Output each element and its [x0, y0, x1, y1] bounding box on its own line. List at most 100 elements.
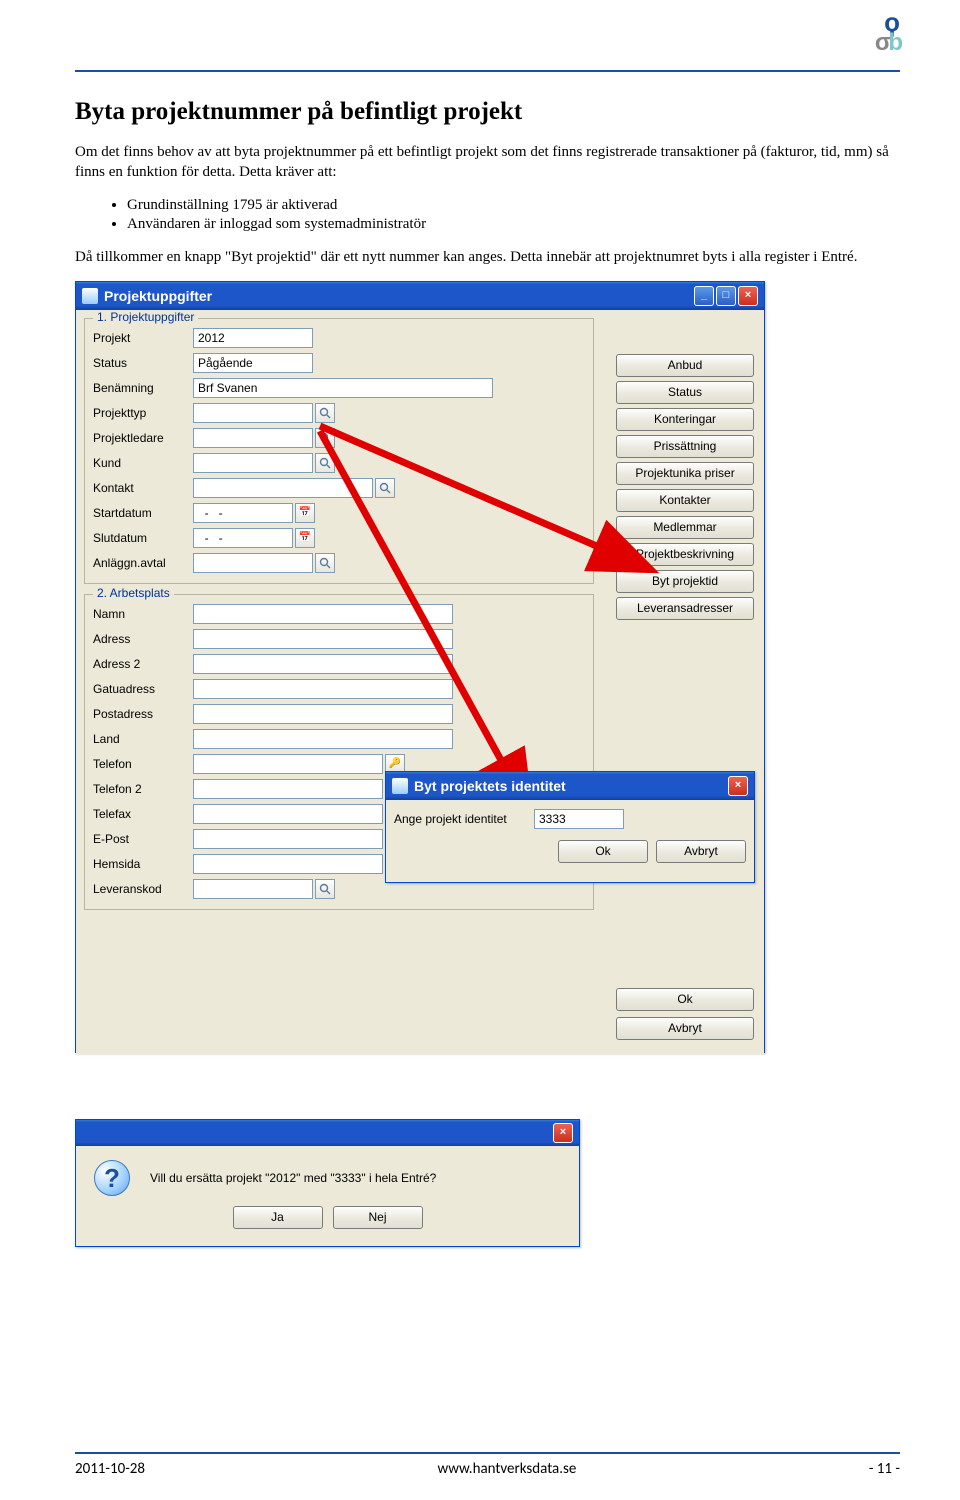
header-rule — [75, 70, 900, 72]
projektunika-priser-button[interactable]: Projektunika priser — [616, 462, 754, 485]
fieldset-legend: 1. Projektuppgifter — [93, 310, 198, 324]
slutdatum-input[interactable] — [193, 528, 293, 548]
fieldset-legend: 2. Arbetsplats — [93, 586, 174, 600]
kontakt-label: Kontakt — [93, 481, 193, 495]
benamning-input[interactable] — [193, 378, 493, 398]
search-icon[interactable] — [315, 453, 335, 473]
close-icon[interactable]: × — [738, 286, 758, 306]
identitet-input[interactable] — [534, 809, 624, 829]
telefon2-label: Telefon 2 — [93, 782, 193, 796]
namn-label: Namn — [93, 607, 193, 621]
telefax-input[interactable] — [193, 804, 383, 824]
land-input[interactable] — [193, 729, 453, 749]
search-icon[interactable] — [315, 879, 335, 899]
anlaggn-input[interactable] — [193, 553, 313, 573]
confirm-message: Vill du ersätta projekt "2012" med "3333… — [150, 1171, 436, 1185]
close-icon[interactable]: × — [553, 1123, 573, 1143]
leveranskod-label: Leveranskod — [93, 882, 193, 896]
app-icon — [392, 778, 408, 794]
footer-date: 2011-10-28 — [75, 1460, 145, 1478]
anlaggn-label: Anläggn.avtal — [93, 556, 193, 570]
brand-logo: ϙ σb — [875, 12, 900, 52]
konteringar-button[interactable]: Konteringar — [616, 408, 754, 431]
minimize-icon[interactable]: _ — [694, 286, 714, 306]
app-icon — [82, 288, 98, 304]
search-icon[interactable] — [315, 403, 335, 423]
leveranskod-input[interactable] — [193, 879, 313, 899]
projekttyp-input[interactable] — [193, 403, 313, 423]
ja-button[interactable]: Ja — [233, 1206, 323, 1229]
startdatum-label: Startdatum — [93, 506, 193, 520]
epost-input[interactable] — [193, 829, 383, 849]
followup-paragraph: Då tillkommer en knapp "Byt projektid" d… — [75, 247, 900, 267]
status-button[interactable]: Status — [616, 381, 754, 404]
telefon-label: Telefon — [93, 757, 193, 771]
side-button-column: Anbud Status Konteringar Prissättning Pr… — [616, 354, 754, 620]
question-icon: ? — [94, 1160, 130, 1196]
kund-label: Kund — [93, 456, 193, 470]
postadress-label: Postadress — [93, 707, 193, 721]
projektbeskrivning-button[interactable]: Projektbeskrivning — [616, 543, 754, 566]
startdatum-input[interactable] — [193, 503, 293, 523]
hemsida-input[interactable] — [193, 854, 383, 874]
adress2-label: Adress 2 — [93, 657, 193, 671]
avbryt-button[interactable]: Avbryt — [616, 1017, 754, 1040]
gatuadress-input[interactable] — [193, 679, 453, 699]
slutdatum-label: Slutdatum — [93, 531, 193, 545]
telefon-input[interactable] — [193, 754, 383, 774]
namn-input[interactable] — [193, 604, 453, 624]
maximize-icon[interactable]: □ — [716, 286, 736, 306]
list-item: Grundinställning 1795 är aktiverad — [127, 197, 900, 214]
close-icon[interactable]: × — [728, 776, 748, 796]
gatuadress-label: Gatuadress — [93, 682, 193, 696]
titlebar[interactable]: × — [76, 1120, 579, 1146]
ok-button[interactable]: Ok — [616, 988, 754, 1011]
search-icon[interactable] — [315, 553, 335, 573]
benamning-label: Benämning — [93, 381, 193, 395]
medlemmar-button[interactable]: Medlemmar — [616, 516, 754, 539]
footer-url: www.hantverksdata.se — [437, 1460, 576, 1478]
identitet-label: Ange projekt identitet — [394, 812, 534, 826]
anbud-button[interactable]: Anbud — [616, 354, 754, 377]
projekt-input[interactable] — [193, 328, 313, 348]
adress2-input[interactable] — [193, 654, 453, 674]
adress-input[interactable] — [193, 629, 453, 649]
calendar-icon[interactable] — [295, 503, 315, 523]
telefon2-input[interactable] — [193, 779, 383, 799]
kund-input[interactable] — [193, 453, 313, 473]
kontakt-input[interactable] — [193, 478, 373, 498]
byt-projektid-button[interactable]: Byt projektid — [616, 570, 754, 593]
hemsida-label: Hemsida — [93, 857, 193, 871]
intro-paragraph: Om det finns behov av att byta projektnu… — [75, 142, 900, 183]
confirm-dialog: × ? Vill du ersätta projekt "2012" med "… — [75, 1119, 580, 1247]
window-title: Projektuppgifter — [104, 288, 212, 304]
avbryt-button[interactable]: Avbryt — [656, 840, 746, 863]
status-input[interactable] — [193, 353, 313, 373]
byt-projektets-identitet-dialog: Byt projektets identitet × Ange projekt … — [385, 771, 755, 883]
projektledare-input[interactable] — [193, 428, 313, 448]
adress-label: Adress — [93, 632, 193, 646]
requirements-list: Grundinställning 1795 är aktiverad Använ… — [127, 197, 900, 233]
kontakter-button[interactable]: Kontakter — [616, 489, 754, 512]
land-label: Land — [93, 732, 193, 746]
prissattning-button[interactable]: Prissättning — [616, 435, 754, 458]
titlebar[interactable]: Projektuppgifter _ □ × — [76, 282, 764, 310]
postadress-input[interactable] — [193, 704, 453, 724]
leveransadresser-button[interactable]: Leveransadresser — [616, 597, 754, 620]
status-label: Status — [93, 356, 193, 370]
page-footer: 2011-10-28 www.hantverksdata.se - 11 - — [75, 1452, 900, 1478]
list-item: Användaren är inloggad som systemadminis… — [127, 216, 900, 233]
search-icon[interactable] — [375, 478, 395, 498]
projekt-label: Projekt — [93, 331, 193, 345]
ok-button[interactable]: Ok — [558, 840, 648, 863]
calendar-icon[interactable] — [295, 528, 315, 548]
projekttyp-label: Projekttyp — [93, 406, 193, 420]
search-icon[interactable] — [315, 428, 335, 448]
titlebar[interactable]: Byt projektets identitet × — [386, 772, 754, 800]
footer-page: - 11 - — [869, 1460, 900, 1478]
nej-button[interactable]: Nej — [333, 1206, 423, 1229]
telefax-label: Telefax — [93, 807, 193, 821]
window-title: Byt projektets identitet — [414, 778, 566, 794]
page-title: Byta projektnummer på befintligt projekt — [75, 98, 900, 126]
epost-label: E-Post — [93, 832, 193, 846]
